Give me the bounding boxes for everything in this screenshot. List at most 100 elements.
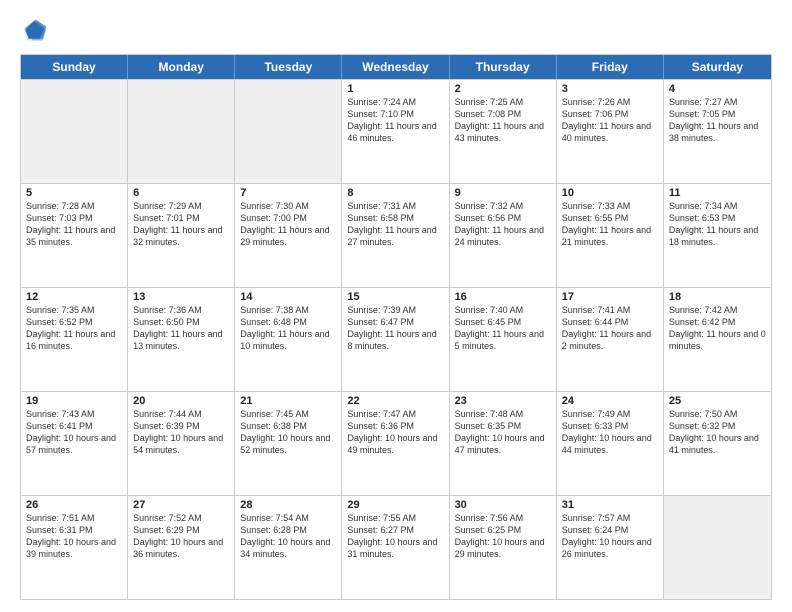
day-number: 17 [562, 291, 658, 303]
day-cell-31: 31Sunrise: 7:57 AM Sunset: 6:24 PM Dayli… [557, 496, 664, 599]
day-cell-8: 8Sunrise: 7:31 AM Sunset: 6:58 PM Daylig… [342, 184, 449, 287]
day-cell-6: 6Sunrise: 7:29 AM Sunset: 7:01 PM Daylig… [128, 184, 235, 287]
day-cell-3: 3Sunrise: 7:26 AM Sunset: 7:06 PM Daylig… [557, 80, 664, 183]
day-info: Sunrise: 7:41 AM Sunset: 6:44 PM Dayligh… [562, 304, 658, 353]
day-cell-21: 21Sunrise: 7:45 AM Sunset: 6:38 PM Dayli… [235, 392, 342, 495]
day-number: 19 [26, 395, 122, 407]
day-number: 28 [240, 499, 336, 511]
day-info: Sunrise: 7:48 AM Sunset: 6:35 PM Dayligh… [455, 408, 551, 457]
day-cell-24: 24Sunrise: 7:49 AM Sunset: 6:33 PM Dayli… [557, 392, 664, 495]
header-day-tuesday: Tuesday [235, 55, 342, 79]
day-cell-2: 2Sunrise: 7:25 AM Sunset: 7:08 PM Daylig… [450, 80, 557, 183]
logo-icon [20, 16, 48, 44]
day-cell-20: 20Sunrise: 7:44 AM Sunset: 6:39 PM Dayli… [128, 392, 235, 495]
day-number: 2 [455, 83, 551, 95]
day-number: 13 [133, 291, 229, 303]
day-info: Sunrise: 7:38 AM Sunset: 6:48 PM Dayligh… [240, 304, 336, 353]
day-info: Sunrise: 7:49 AM Sunset: 6:33 PM Dayligh… [562, 408, 658, 457]
header [20, 16, 772, 44]
day-cell-12: 12Sunrise: 7:35 AM Sunset: 6:52 PM Dayli… [21, 288, 128, 391]
header-day-sunday: Sunday [21, 55, 128, 79]
day-info: Sunrise: 7:47 AM Sunset: 6:36 PM Dayligh… [347, 408, 443, 457]
header-day-friday: Friday [557, 55, 664, 79]
day-cell-4: 4Sunrise: 7:27 AM Sunset: 7:05 PM Daylig… [664, 80, 771, 183]
day-number: 30 [455, 499, 551, 511]
day-number: 26 [26, 499, 122, 511]
day-number: 18 [669, 291, 766, 303]
calendar-row-2: 12Sunrise: 7:35 AM Sunset: 6:52 PM Dayli… [21, 287, 771, 391]
day-cell-14: 14Sunrise: 7:38 AM Sunset: 6:48 PM Dayli… [235, 288, 342, 391]
day-info: Sunrise: 7:31 AM Sunset: 6:58 PM Dayligh… [347, 200, 443, 249]
day-cell-7: 7Sunrise: 7:30 AM Sunset: 7:00 PM Daylig… [235, 184, 342, 287]
day-cell-9: 9Sunrise: 7:32 AM Sunset: 6:56 PM Daylig… [450, 184, 557, 287]
day-number: 29 [347, 499, 443, 511]
day-info: Sunrise: 7:40 AM Sunset: 6:45 PM Dayligh… [455, 304, 551, 353]
day-info: Sunrise: 7:28 AM Sunset: 7:03 PM Dayligh… [26, 200, 122, 249]
calendar-row-3: 19Sunrise: 7:43 AM Sunset: 6:41 PM Dayli… [21, 391, 771, 495]
day-cell-29: 29Sunrise: 7:55 AM Sunset: 6:27 PM Dayli… [342, 496, 449, 599]
day-cell-5: 5Sunrise: 7:28 AM Sunset: 7:03 PM Daylig… [21, 184, 128, 287]
day-number: 11 [669, 187, 766, 199]
logo [20, 16, 52, 44]
day-info: Sunrise: 7:35 AM Sunset: 6:52 PM Dayligh… [26, 304, 122, 353]
day-number: 4 [669, 83, 766, 95]
calendar-row-0: 1Sunrise: 7:24 AM Sunset: 7:10 PM Daylig… [21, 79, 771, 183]
day-info: Sunrise: 7:27 AM Sunset: 7:05 PM Dayligh… [669, 96, 766, 145]
header-day-monday: Monday [128, 55, 235, 79]
page: SundayMondayTuesdayWednesdayThursdayFrid… [0, 0, 792, 612]
day-cell-13: 13Sunrise: 7:36 AM Sunset: 6:50 PM Dayli… [128, 288, 235, 391]
day-info: Sunrise: 7:45 AM Sunset: 6:38 PM Dayligh… [240, 408, 336, 457]
day-number: 20 [133, 395, 229, 407]
day-info: Sunrise: 7:32 AM Sunset: 6:56 PM Dayligh… [455, 200, 551, 249]
empty-cell [664, 496, 771, 599]
day-cell-30: 30Sunrise: 7:56 AM Sunset: 6:25 PM Dayli… [450, 496, 557, 599]
day-info: Sunrise: 7:43 AM Sunset: 6:41 PM Dayligh… [26, 408, 122, 457]
day-cell-22: 22Sunrise: 7:47 AM Sunset: 6:36 PM Dayli… [342, 392, 449, 495]
day-cell-16: 16Sunrise: 7:40 AM Sunset: 6:45 PM Dayli… [450, 288, 557, 391]
day-cell-23: 23Sunrise: 7:48 AM Sunset: 6:35 PM Dayli… [450, 392, 557, 495]
day-cell-26: 26Sunrise: 7:51 AM Sunset: 6:31 PM Dayli… [21, 496, 128, 599]
day-number: 7 [240, 187, 336, 199]
header-day-thursday: Thursday [450, 55, 557, 79]
day-number: 31 [562, 499, 658, 511]
calendar-row-4: 26Sunrise: 7:51 AM Sunset: 6:31 PM Dayli… [21, 495, 771, 599]
day-info: Sunrise: 7:30 AM Sunset: 7:00 PM Dayligh… [240, 200, 336, 249]
day-number: 23 [455, 395, 551, 407]
day-info: Sunrise: 7:57 AM Sunset: 6:24 PM Dayligh… [562, 512, 658, 561]
day-cell-11: 11Sunrise: 7:34 AM Sunset: 6:53 PM Dayli… [664, 184, 771, 287]
day-number: 5 [26, 187, 122, 199]
day-info: Sunrise: 7:42 AM Sunset: 6:42 PM Dayligh… [669, 304, 766, 353]
header-day-saturday: Saturday [664, 55, 771, 79]
calendar-header: SundayMondayTuesdayWednesdayThursdayFrid… [21, 55, 771, 79]
day-number: 10 [562, 187, 658, 199]
day-number: 8 [347, 187, 443, 199]
day-info: Sunrise: 7:25 AM Sunset: 7:08 PM Dayligh… [455, 96, 551, 145]
empty-cell [128, 80, 235, 183]
calendar-row-1: 5Sunrise: 7:28 AM Sunset: 7:03 PM Daylig… [21, 183, 771, 287]
day-number: 16 [455, 291, 551, 303]
day-info: Sunrise: 7:26 AM Sunset: 7:06 PM Dayligh… [562, 96, 658, 145]
day-number: 6 [133, 187, 229, 199]
day-number: 22 [347, 395, 443, 407]
day-info: Sunrise: 7:24 AM Sunset: 7:10 PM Dayligh… [347, 96, 443, 145]
day-number: 12 [26, 291, 122, 303]
day-number: 3 [562, 83, 658, 95]
header-day-wednesday: Wednesday [342, 55, 449, 79]
day-cell-28: 28Sunrise: 7:54 AM Sunset: 6:28 PM Dayli… [235, 496, 342, 599]
day-number: 14 [240, 291, 336, 303]
day-cell-19: 19Sunrise: 7:43 AM Sunset: 6:41 PM Dayli… [21, 392, 128, 495]
day-number: 24 [562, 395, 658, 407]
day-cell-25: 25Sunrise: 7:50 AM Sunset: 6:32 PM Dayli… [664, 392, 771, 495]
day-cell-10: 10Sunrise: 7:33 AM Sunset: 6:55 PM Dayli… [557, 184, 664, 287]
day-info: Sunrise: 7:54 AM Sunset: 6:28 PM Dayligh… [240, 512, 336, 561]
day-info: Sunrise: 7:55 AM Sunset: 6:27 PM Dayligh… [347, 512, 443, 561]
day-info: Sunrise: 7:36 AM Sunset: 6:50 PM Dayligh… [133, 304, 229, 353]
day-info: Sunrise: 7:56 AM Sunset: 6:25 PM Dayligh… [455, 512, 551, 561]
day-info: Sunrise: 7:51 AM Sunset: 6:31 PM Dayligh… [26, 512, 122, 561]
day-number: 15 [347, 291, 443, 303]
day-cell-17: 17Sunrise: 7:41 AM Sunset: 6:44 PM Dayli… [557, 288, 664, 391]
calendar-body: 1Sunrise: 7:24 AM Sunset: 7:10 PM Daylig… [21, 79, 771, 599]
day-cell-15: 15Sunrise: 7:39 AM Sunset: 6:47 PM Dayli… [342, 288, 449, 391]
day-number: 9 [455, 187, 551, 199]
day-info: Sunrise: 7:34 AM Sunset: 6:53 PM Dayligh… [669, 200, 766, 249]
